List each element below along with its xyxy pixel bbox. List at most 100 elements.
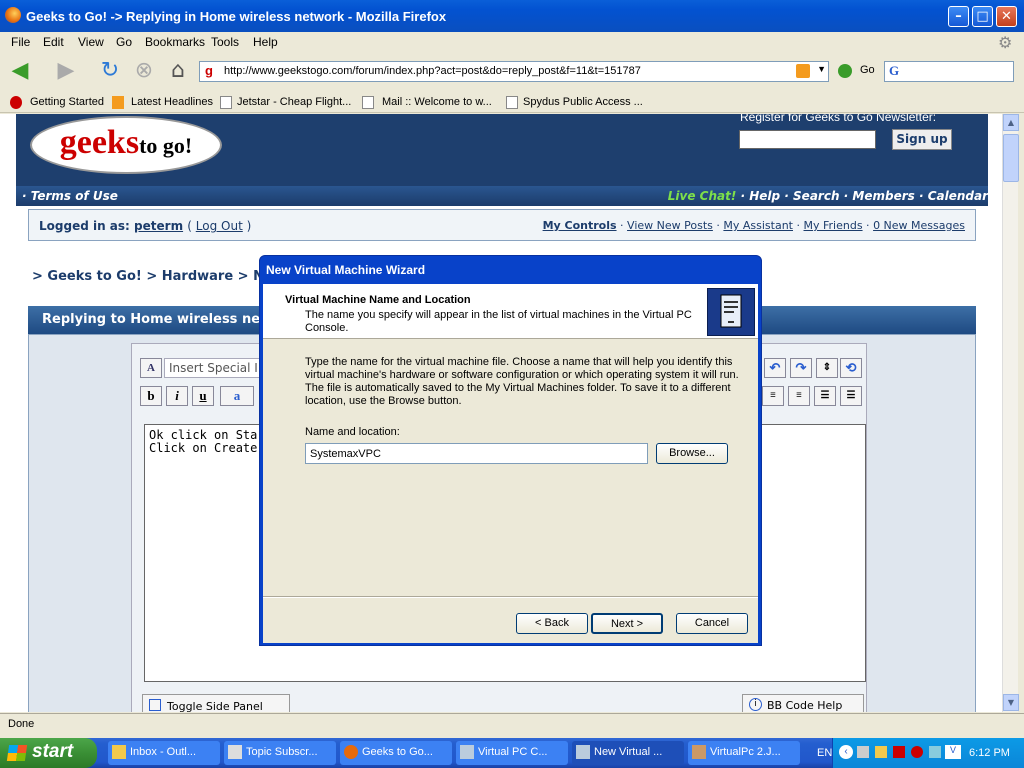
my-controls-link[interactable]: My Controls xyxy=(543,219,617,232)
task-virtualpc[interactable]: Virtual PC C... xyxy=(456,741,568,765)
dialog-header: Virtual Machine Name and Location The na… xyxy=(263,284,758,339)
bullet-list-icon[interactable]: ☰ xyxy=(840,386,862,406)
bookmarks-toolbar: Getting Started Latest Headlines Jetstar… xyxy=(0,91,1024,113)
bookmark-spydus[interactable]: Spydus Public Access ... xyxy=(523,96,643,108)
my-friends-link[interactable]: My Friends xyxy=(804,219,863,232)
vertical-scrollbar[interactable]: ▲ ▼ xyxy=(1002,114,1019,712)
bbcode-help-button[interactable]: i BB Code Help xyxy=(742,694,864,712)
wizard-dialog: New Virtual Machine Wizard Virtual Machi… xyxy=(259,255,762,646)
close-button[interactable]: ✕ xyxy=(996,6,1017,27)
search-input[interactable]: G xyxy=(884,61,1014,82)
stop-icon[interactable]: ⊗ xyxy=(130,58,158,84)
start-label: start xyxy=(32,741,74,762)
back-icon[interactable]: ◀ xyxy=(6,58,34,84)
reload-icon[interactable]: ↻ xyxy=(96,58,124,84)
window-title: Geeks to Go! -> Replying in Home wireles… xyxy=(26,9,447,24)
tray-expand-icon[interactable]: ‹ xyxy=(839,745,853,759)
task-virtualpc-image[interactable]: VirtualPc 2.J... xyxy=(688,741,800,765)
scroll-down-icon[interactable]: ▼ xyxy=(1003,694,1019,711)
bookmark-latest-headlines[interactable]: Latest Headlines xyxy=(131,96,213,108)
font-color-icon[interactable]: A xyxy=(140,358,162,378)
new-messages-link[interactable]: 0 New Messages xyxy=(873,219,965,232)
scroll-up-icon[interactable]: ▲ xyxy=(1003,114,1019,131)
bookmark-getting-started[interactable]: Getting Started xyxy=(30,96,104,108)
menu-go[interactable]: Go xyxy=(116,35,132,49)
dialog-heading: Virtual Machine Name and Location xyxy=(285,294,471,306)
newsletter-label: Register for Geeks to Go Newsletter: xyxy=(740,114,937,124)
next-button[interactable]: Next > xyxy=(591,613,663,634)
special-char-select[interactable]: Insert Special I xyxy=(164,358,264,378)
minimize-button[interactable]: – xyxy=(948,6,969,27)
forward-icon[interactable]: ▶ xyxy=(52,58,80,84)
undo-icon[interactable]: ↶ xyxy=(764,358,786,378)
page-icon xyxy=(228,745,242,759)
live-chat-link[interactable]: Live Chat! xyxy=(668,189,737,203)
status-bar: Done xyxy=(0,713,1024,736)
align-right-icon[interactable]: ≡ xyxy=(788,386,810,406)
home-icon[interactable]: ⌂ xyxy=(164,58,192,84)
go-icon[interactable] xyxy=(838,64,852,78)
align-center-icon[interactable]: ≡ xyxy=(762,386,784,406)
cancel-button[interactable]: Cancel xyxy=(676,613,748,634)
name-location-label: Name and location: xyxy=(305,426,400,438)
name-location-input[interactable]: SystemaxVPC xyxy=(305,443,648,464)
network-icon[interactable] xyxy=(857,746,869,758)
windows-logo-icon xyxy=(6,745,28,761)
throbber-icon: ⚙ xyxy=(998,35,1013,52)
scroll-thumb[interactable] xyxy=(1003,134,1019,182)
menu-file[interactable]: File xyxy=(11,35,30,49)
outlook-icon xyxy=(112,745,126,759)
browse-button[interactable]: Browse... xyxy=(656,443,728,464)
menu-tools[interactable]: Tools xyxy=(211,35,239,49)
url-text: http://www.geekstogo.com/forum/index.php… xyxy=(224,65,641,77)
go-button[interactable]: Go xyxy=(860,64,875,76)
logout-link[interactable]: Log Out xyxy=(196,219,243,233)
shield-icon[interactable] xyxy=(875,746,887,758)
font-size-icon[interactable]: a xyxy=(220,386,254,406)
firefox-icon xyxy=(344,745,358,759)
url-dropdown-icon[interactable]: ▼ xyxy=(817,64,826,74)
task-inbox[interactable]: Inbox - Outl... xyxy=(108,741,220,765)
bookmark-mail[interactable]: Mail :: Welcome to w... xyxy=(382,96,492,108)
maximize-button[interactable]: □ xyxy=(972,6,993,27)
top-links[interactable]: · Help · Search · Members · Calendar xyxy=(736,189,989,203)
my-assistant-link[interactable]: My Assistant xyxy=(723,219,793,232)
task-geeks[interactable]: Geeks to Go... xyxy=(340,741,452,765)
switch-mode-icon[interactable]: ⟲ xyxy=(840,358,862,378)
bold-button[interactable]: b xyxy=(140,386,162,406)
ati-icon[interactable] xyxy=(893,746,905,758)
username-link[interactable]: peterm xyxy=(134,219,183,233)
panel-icon xyxy=(149,699,161,711)
start-button[interactable]: start xyxy=(0,738,97,768)
vmware-icon[interactable]: V xyxy=(945,745,961,759)
menu-edit[interactable]: Edit xyxy=(43,35,64,49)
resize-icon[interactable]: ⇕ xyxy=(816,358,838,378)
signup-button[interactable]: Sign up xyxy=(892,129,952,150)
bookmark-jetstar[interactable]: Jetstar - Cheap Flight... xyxy=(237,96,351,108)
breadcrumb[interactable]: > Geeks to Go! > Hardware > Netw xyxy=(32,269,291,284)
antivirus-icon[interactable] xyxy=(911,746,923,758)
back-button[interactable]: < Back xyxy=(516,613,588,634)
site-header: geeksto go! Register for Geeks to Go New… xyxy=(16,114,988,186)
newsletter-email-input[interactable] xyxy=(739,130,876,149)
window-titlebar[interactable]: Geeks to Go! -> Replying in Home wireles… xyxy=(0,0,1024,32)
task-new-virtual[interactable]: New Virtual ... xyxy=(572,741,684,765)
underline-button[interactable]: u xyxy=(192,386,214,406)
italic-button[interactable]: i xyxy=(166,386,188,406)
terms-link[interactable]: · Terms of Use xyxy=(22,189,118,203)
menu-bookmarks[interactable]: Bookmarks xyxy=(145,35,205,49)
url-bar[interactable]: g http://www.geekstogo.com/forum/index.p… xyxy=(199,61,829,82)
site-logo[interactable]: geeksto go! xyxy=(30,116,222,174)
language-indicator[interactable]: EN xyxy=(817,747,832,759)
redo-icon[interactable]: ↷ xyxy=(790,358,812,378)
rss-feed-icon[interactable] xyxy=(796,64,810,78)
menu-help[interactable]: Help xyxy=(253,35,278,49)
user-icon[interactable] xyxy=(929,746,941,758)
dialog-body: Virtual Machine Name and Location The na… xyxy=(263,284,758,643)
taskbar: start Inbox - Outl... Topic Subscr... Ge… xyxy=(0,738,1024,768)
task-topic[interactable]: Topic Subscr... xyxy=(224,741,336,765)
numbered-list-icon[interactable]: ☰ xyxy=(814,386,836,406)
menu-view[interactable]: View xyxy=(78,35,104,49)
toggle-side-panel-button[interactable]: Toggle Side Panel xyxy=(142,694,290,712)
view-new-posts-link[interactable]: View New Posts xyxy=(627,219,713,232)
